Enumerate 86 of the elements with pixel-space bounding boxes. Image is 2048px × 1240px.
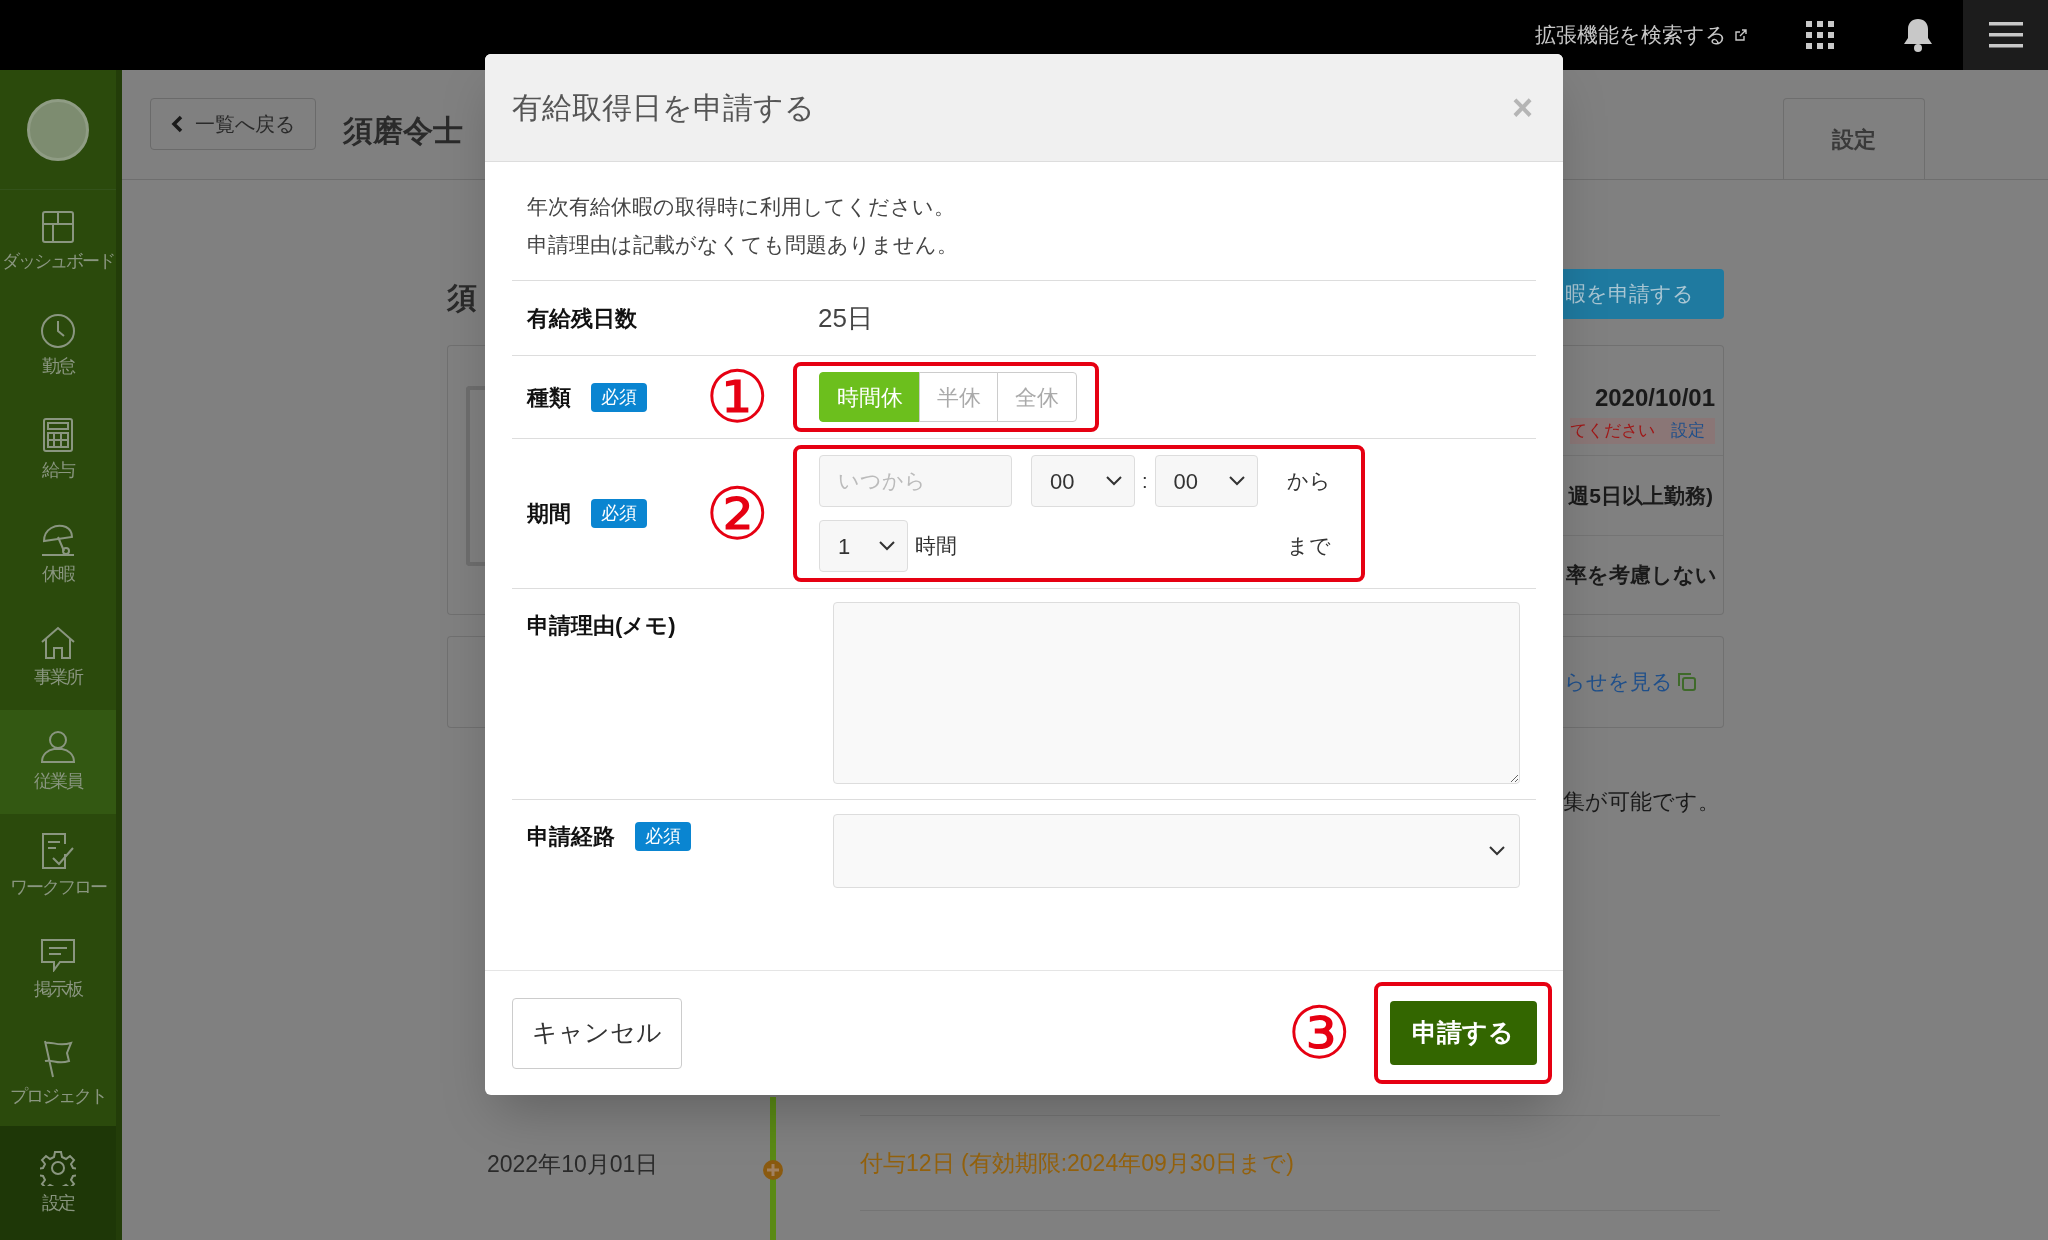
chevron-down-icon (1489, 846, 1505, 856)
sidebar-item-label: ダッシュボード (2, 249, 114, 273)
person-icon (40, 729, 76, 764)
flag-icon (41, 1038, 75, 1079)
house-icon (40, 625, 76, 660)
sidebar-item-label: プロジェクト (10, 1084, 106, 1108)
section-heading: 須 (447, 280, 478, 316)
leave-type-option[interactable]: 半休 (919, 372, 998, 422)
copy-icon (1677, 672, 1697, 692)
field-label: 申請経路 (527, 823, 615, 851)
apps-grid-icon (1805, 20, 1835, 50)
grid-icon (41, 209, 75, 244)
from-text: から (1287, 468, 1331, 495)
time-separator: : (1142, 469, 1148, 494)
balance-value: 25日 (818, 301, 873, 335)
leave-type-option[interactable]: 全休 (997, 372, 1077, 422)
sidebar-item-label: ワークフロー (10, 875, 106, 899)
menu-icon (1988, 22, 2023, 48)
description-text: 年次有給休暇の取得時に利用してください。 (527, 194, 956, 220)
field-label: 期間 (527, 500, 571, 528)
sidebar-item[interactable]: ダッシュボード (0, 190, 116, 294)
settings-tab[interactable]: 設定 (1783, 98, 1925, 180)
select-field[interactable]: 1 (819, 520, 908, 572)
until-text: まで (1287, 533, 1331, 560)
rule-text: 率を考慮しない (1566, 562, 1717, 589)
annotation-number: ② (705, 477, 770, 550)
settings-link[interactable]: 設定 (1671, 418, 1705, 444)
field-label: 有給残日数 (527, 305, 637, 331)
chevron-down-icon (1106, 476, 1122, 486)
gear-icon (40, 1149, 76, 1186)
date-text: 2020/10/01 (1594, 383, 1715, 413)
required-badge: 必須 (635, 822, 691, 851)
employee-name: 須磨令士 (343, 113, 463, 149)
sidebar-item[interactable]: 休暇 (0, 502, 116, 606)
news-link[interactable]: らせを見る (1564, 666, 1673, 698)
annotation-number: ③ (1287, 997, 1352, 1069)
sidebar-item[interactable]: 事業所 (0, 606, 116, 710)
sidebar-item[interactable]: プロジェクト (0, 1022, 116, 1126)
sidebar-item[interactable]: 給与 (0, 398, 116, 502)
memo-field[interactable] (833, 602, 1520, 784)
back-button[interactable]: 一覧へ戻る (150, 98, 316, 150)
leave-type-option[interactable]: 時間休 (819, 372, 920, 422)
select-field[interactable]: 00 (1031, 455, 1135, 507)
duration-unit-text: 時間 (915, 533, 957, 560)
route-select-field[interactable] (833, 814, 1520, 888)
sidebar-item-label: 勤怠 (42, 354, 74, 378)
required-badge: 必須 (591, 499, 647, 528)
sidebar-item-label: 従業員 (34, 769, 82, 793)
work-pattern-text: 週5日以上勤務) (1568, 482, 1713, 509)
chevron-down-icon (879, 541, 895, 551)
description-text: 申請理由は記載がなくても問題ありません。 (527, 232, 959, 258)
close-button[interactable]: × (1511, 89, 1533, 126)
cancel-button[interactable]: キャンセル (512, 997, 682, 1069)
sidebar-item[interactable]: 設定 (0, 1126, 116, 1240)
clock-icon (40, 312, 76, 349)
note-text: 集が可能です。 (1563, 788, 1721, 816)
warning-text: てください (1570, 420, 1655, 442)
plus-circle-icon (762, 1159, 784, 1181)
sidebar-item-label: 事業所 (34, 665, 82, 689)
timeline-date: 2022年10月01日 (487, 1151, 659, 1177)
sidebar-item[interactable]: 勤怠 (0, 294, 116, 398)
checklist-icon (41, 831, 75, 870)
start-date-field[interactable]: いつから (819, 455, 1012, 507)
sidebar-item-label: 掲示板 (34, 977, 82, 1001)
chevron-down-icon (1228, 476, 1245, 486)
chat-icon (40, 937, 76, 972)
select-field[interactable]: 00 (1154, 455, 1258, 507)
modal-title: 有給取得日を申請する (512, 90, 815, 126)
extension-search-link[interactable]: 拡張機能を検索する (1535, 19, 1727, 51)
required-badge: 必須 (591, 382, 647, 412)
sidebar-item[interactable]: ワークフロー (0, 814, 116, 918)
external-link-icon (1735, 29, 1747, 41)
calculator-icon (42, 416, 74, 453)
sidebar-item-label: 給与 (42, 458, 74, 482)
sidebar-item[interactable]: 従業員 (0, 710, 116, 814)
sidebar-item-label: 設定 (42, 1191, 74, 1215)
field-label: 種類 (527, 383, 571, 412)
annotation-number: ① (705, 361, 770, 433)
submit-button[interactable]: 申請する (1389, 1001, 1537, 1065)
sidebar-item-label: 休暇 (42, 562, 74, 586)
apply-leave-button[interactable]: 暇を申請する (1563, 269, 1724, 319)
field-label: 申請理由(メモ) (527, 613, 676, 638)
bell-icon (1903, 18, 1933, 52)
sidebar-item[interactable]: 掲示板 (0, 918, 116, 1022)
chevron-left-icon (171, 115, 183, 133)
timeline-event: 付与12日 (有効期限:2024年09月30日まで) (860, 1148, 1294, 1178)
